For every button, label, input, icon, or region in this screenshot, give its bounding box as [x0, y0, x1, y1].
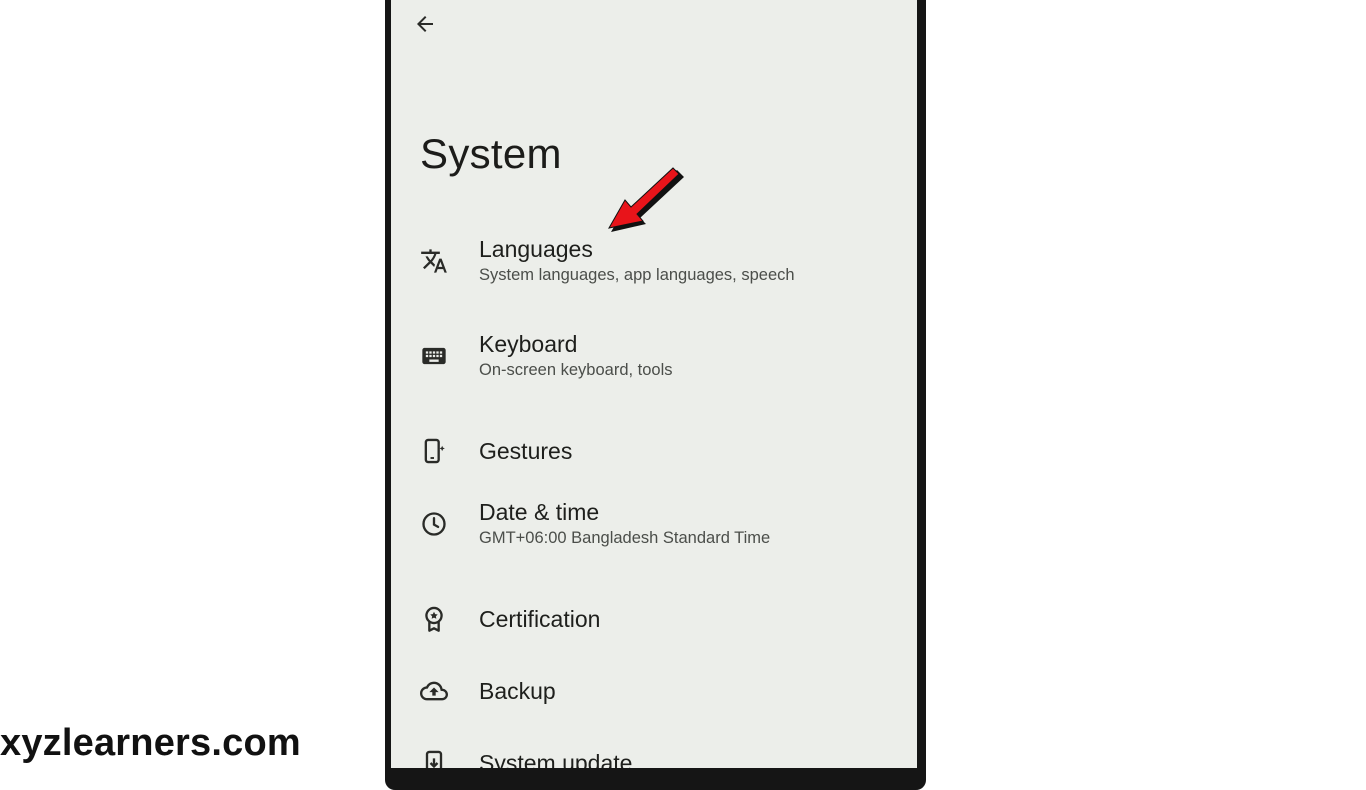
- settings-screen: System Languages System languages, app l…: [391, 0, 917, 768]
- gesture-phone-icon: [419, 436, 449, 466]
- settings-item-subtitle: On-screen keyboard, tools: [479, 361, 673, 379]
- settings-item-label: Date & time: [479, 499, 600, 525]
- keyboard-icon: [419, 341, 449, 371]
- settings-item-label: System update: [479, 750, 633, 768]
- settings-item-certification[interactable]: Certification: [391, 586, 917, 656]
- settings-item-date-time[interactable]: Date & time GMT+06:00 Bangladesh Standar…: [391, 487, 917, 567]
- certification-badge-icon: [419, 604, 449, 634]
- settings-item-label: Keyboard: [479, 331, 578, 357]
- arrow-back-icon: [417, 16, 433, 32]
- settings-item-label: Languages: [479, 236, 593, 262]
- clock-icon: [419, 509, 449, 539]
- cloud-backup-icon: [419, 676, 449, 706]
- settings-item-label: Backup: [479, 678, 556, 704]
- translate-icon: [419, 246, 449, 276]
- system-update-icon: [419, 748, 449, 768]
- settings-item-subtitle: GMT+06:00 Bangladesh Standard Time: [479, 529, 771, 547]
- settings-item-keyboard[interactable]: Keyboard On-screen keyboard, tools: [391, 319, 917, 399]
- watermark-text: xyzlearners.com: [0, 722, 301, 764]
- settings-item-backup[interactable]: Backup: [391, 658, 917, 728]
- settings-item-gestures[interactable]: Gestures: [391, 418, 917, 488]
- red-arrow-icon: [608, 167, 684, 232]
- settings-item-subtitle: System languages, app languages, speech: [479, 266, 795, 284]
- back-button[interactable]: [405, 8, 445, 40]
- settings-item-label: Gestures: [479, 438, 573, 464]
- settings-item-system-update[interactable]: System update: [391, 730, 917, 768]
- page-title: System: [420, 130, 562, 177]
- settings-item-label: Certification: [479, 606, 601, 632]
